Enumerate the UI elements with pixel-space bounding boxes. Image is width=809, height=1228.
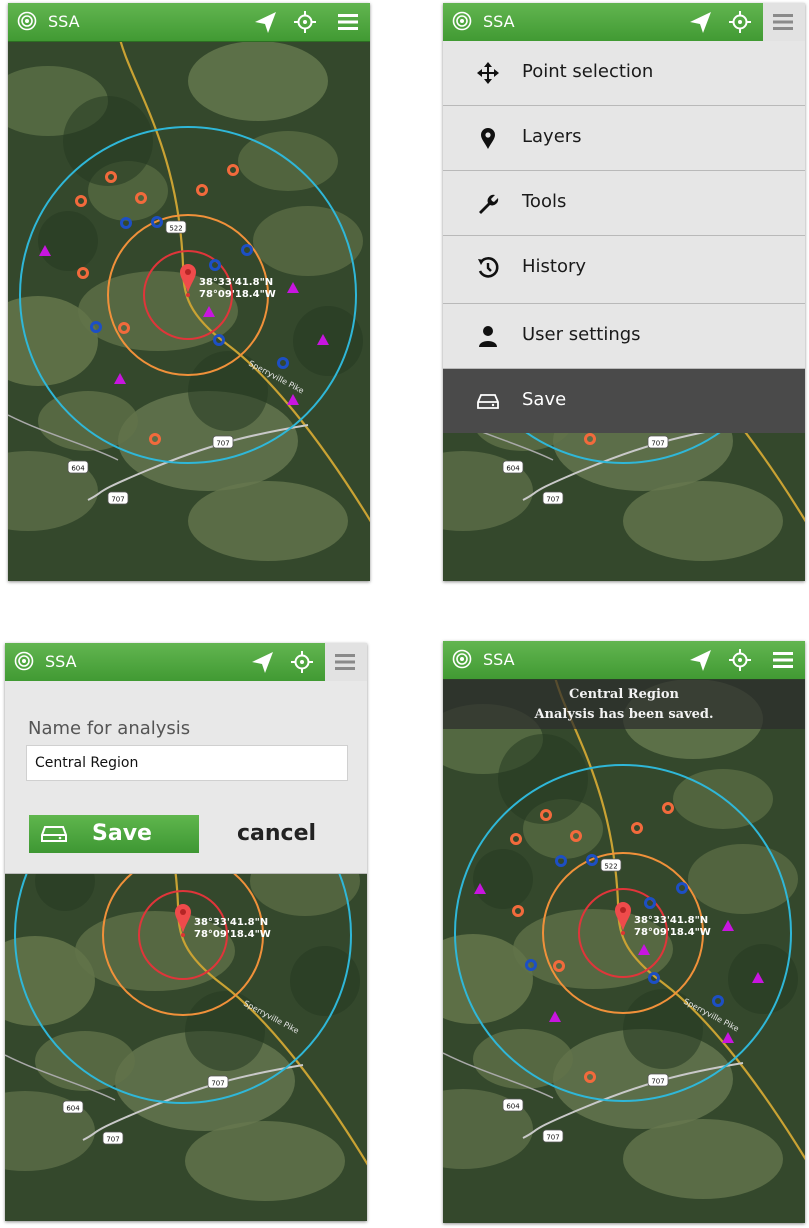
route-707-shield-b: 707 bbox=[102, 1131, 124, 1145]
send-icon[interactable] bbox=[249, 649, 275, 675]
route-707-shield-b: 707 bbox=[107, 491, 129, 505]
send-icon[interactable] bbox=[687, 9, 713, 35]
cancel-button[interactable]: cancel bbox=[237, 821, 316, 846]
app-title: SSA bbox=[483, 12, 515, 31]
route-604-shield-label: 604 bbox=[506, 465, 520, 473]
menu-item-point-selection[interactable]: Point selection bbox=[443, 41, 805, 106]
main-menu: Point selection Layers Tools History Use… bbox=[443, 41, 805, 433]
map[interactable]: 522707604707Sperryville Pike38°33'41.8"N… bbox=[8, 41, 370, 581]
menu-item-label: Tools bbox=[522, 191, 567, 212]
save-dialog: Name for analysis Save cancel bbox=[5, 681, 367, 874]
route-522-shield-label: 522 bbox=[169, 225, 182, 233]
map[interactable]: 522707604707Sperryville Pike38°33'41.8"N… bbox=[443, 679, 805, 1223]
route-707-shield-a-label: 707 bbox=[211, 1080, 224, 1088]
app-bar: SSA bbox=[443, 641, 805, 680]
menu-item-label: Save bbox=[522, 389, 567, 410]
marker-latitude: 38°33'41.8"N bbox=[199, 277, 273, 288]
marker-latitude: 38°33'41.8"N bbox=[634, 915, 708, 926]
hamburger-menu-icon[interactable] bbox=[770, 647, 796, 673]
menu-item-layers[interactable]: Layers bbox=[443, 106, 805, 171]
route-707-shield-a-label: 707 bbox=[651, 1078, 664, 1086]
marker-longitude: 78°09'18.4"W bbox=[199, 289, 276, 300]
route-707-shield-b: 707 bbox=[542, 1129, 564, 1143]
target-logo-icon bbox=[14, 651, 34, 671]
drive-icon bbox=[41, 826, 67, 842]
route-707-shield-a-label: 707 bbox=[216, 440, 229, 448]
crosshair-icon[interactable] bbox=[292, 9, 318, 35]
drive-icon bbox=[477, 394, 499, 409]
saved-toast: Central Region Analysis has been saved. bbox=[443, 679, 805, 729]
app-bar: SSA bbox=[5, 643, 367, 682]
wrench-icon bbox=[479, 194, 499, 214]
route-707-shield-a: 707 bbox=[647, 1073, 669, 1087]
send-icon[interactable] bbox=[687, 647, 713, 673]
route-604-shield: 604 bbox=[502, 1098, 524, 1112]
route-604-shield: 604 bbox=[502, 460, 524, 474]
map-pin-icon bbox=[481, 128, 495, 149]
route-707-shield-a: 707 bbox=[212, 435, 234, 449]
history-icon bbox=[478, 257, 499, 278]
target-logo-icon bbox=[452, 11, 472, 31]
route-707-shield-b-label: 707 bbox=[546, 1134, 559, 1142]
menu-item-history[interactable]: History bbox=[443, 236, 805, 304]
route-707-shield-b-label: 707 bbox=[106, 1136, 119, 1144]
target-logo-icon bbox=[17, 11, 37, 31]
save-button[interactable]: Save bbox=[29, 815, 199, 853]
route-604-shield: 604 bbox=[67, 460, 89, 474]
app-bar: SSA bbox=[443, 3, 805, 42]
marker-longitude: 78°09'18.4"W bbox=[194, 929, 271, 940]
crosshair-icon[interactable] bbox=[727, 9, 753, 35]
app-title: SSA bbox=[483, 650, 515, 669]
route-604-shield-label: 604 bbox=[66, 1105, 80, 1113]
menu-item-tools[interactable]: Tools bbox=[443, 171, 805, 236]
route-604-shield-label: 604 bbox=[506, 1103, 520, 1111]
crosshair-icon[interactable] bbox=[727, 647, 753, 673]
toast-analysis-name: Central Region bbox=[568, 687, 680, 702]
user-icon bbox=[479, 326, 497, 347]
menu-item-user-settings[interactable]: User settings bbox=[443, 304, 805, 369]
route-522-shield: 522 bbox=[165, 220, 187, 234]
marker-latitude: 38°33'41.8"N bbox=[194, 917, 268, 928]
menu-item-label: User settings bbox=[522, 324, 641, 345]
screen-save-dialog: 522707604707Sperryville Pike38°33'41.8"N… bbox=[5, 643, 367, 1221]
crosshair-icon[interactable] bbox=[289, 649, 315, 675]
toast-message: Analysis has been saved. bbox=[534, 707, 714, 722]
route-707-shield-a-label: 707 bbox=[651, 440, 664, 448]
screen-map-view: 522 707 604 707 Sperryville Pike 38°33'41.8"N… bbox=[8, 3, 370, 581]
target-logo-icon bbox=[452, 649, 472, 669]
route-707-shield-b: 707 bbox=[542, 491, 564, 505]
menu-item-label: Layers bbox=[522, 126, 582, 147]
hamburger-menu-icon[interactable] bbox=[335, 9, 361, 35]
app-title: SSA bbox=[48, 12, 80, 31]
save-button-label: Save bbox=[92, 821, 152, 846]
route-707-shield-a: 707 bbox=[647, 435, 669, 449]
analysis-name-label: Name for analysis bbox=[28, 718, 191, 739]
menu-item-label: Point selection bbox=[522, 61, 654, 82]
analysis-name-input[interactable] bbox=[26, 745, 348, 781]
route-707-shield-b-label: 707 bbox=[111, 496, 124, 504]
move-arrows-icon bbox=[477, 62, 499, 84]
hamburger-menu-icon[interactable] bbox=[332, 649, 358, 675]
route-522-shield: 522 bbox=[600, 858, 622, 872]
route-604-shield: 604 bbox=[62, 1100, 84, 1114]
hamburger-menu-icon[interactable] bbox=[770, 9, 796, 35]
app-bar: SSA bbox=[8, 3, 370, 42]
send-icon[interactable] bbox=[252, 9, 278, 35]
app-title: SSA bbox=[45, 652, 77, 671]
screen-menu-open: 522707604707Sperryville Pike38°33'41.8"N… bbox=[443, 3, 805, 581]
route-604-shield-label: 604 bbox=[71, 465, 85, 473]
screen-saved-confirmation: 522 707 604 707 Sperryville Pike 38°33'41.8"N… bbox=[443, 641, 805, 1223]
route-707-shield-a: 707 bbox=[207, 1075, 229, 1089]
menu-item-label: History bbox=[522, 256, 587, 277]
marker-longitude: 78°09'18.4"W bbox=[634, 927, 711, 938]
route-522-shield-label: 522 bbox=[604, 863, 617, 871]
menu-item-save[interactable]: Save bbox=[443, 369, 805, 433]
route-707-shield-b-label: 707 bbox=[546, 496, 559, 504]
